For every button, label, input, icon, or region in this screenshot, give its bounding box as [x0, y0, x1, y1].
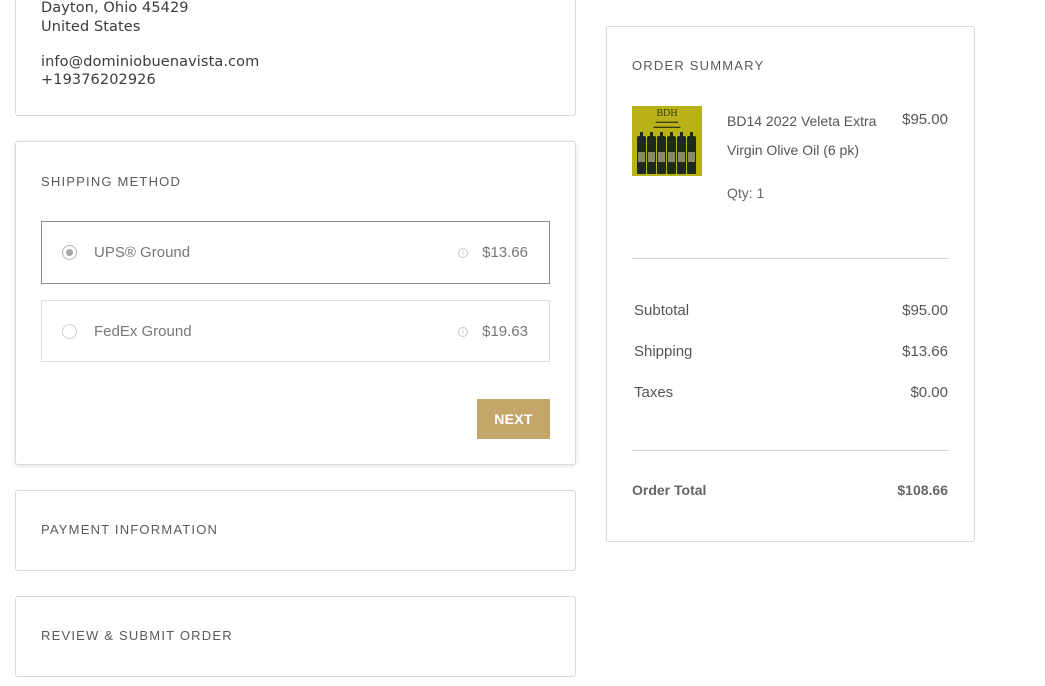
- order-total-label: Order Total: [632, 482, 707, 498]
- taxes-label: Taxes: [634, 384, 674, 401]
- review-submit-card[interactable]: REVIEW & SUBMIT ORDER: [15, 596, 576, 677]
- bottle-image: [647, 132, 656, 174]
- bottle-image: [677, 132, 686, 174]
- taxes-value: $0.00: [910, 384, 948, 401]
- product-thumbnail: BDH ▬▬▬▬▬ ▬▬▬▬▬▬: [632, 106, 702, 176]
- fedex-radio[interactable]: [62, 324, 77, 339]
- bottle-image: [667, 132, 676, 174]
- fedex-label: FedEx Ground: [94, 323, 192, 340]
- divider: [632, 258, 949, 259]
- review-submit-title: REVIEW & SUBMIT ORDER: [41, 628, 233, 643]
- ups-radio[interactable]: [62, 245, 77, 260]
- shipping-method-title: SHIPPING METHOD: [41, 174, 182, 189]
- payment-information-title: PAYMENT INFORMATION: [41, 522, 219, 537]
- phone: +19376202926: [41, 72, 156, 88]
- next-button[interactable]: NEXT: [477, 399, 550, 439]
- shipping-label: Shipping: [634, 343, 693, 360]
- payment-information-card[interactable]: PAYMENT INFORMATION: [15, 490, 576, 571]
- divider: [632, 450, 949, 451]
- shipping-option-ups[interactable]: UPS® Ground i $13.66: [41, 221, 550, 284]
- bottle-image: [687, 132, 696, 174]
- subtotal-label: Subtotal: [634, 302, 690, 319]
- item-price: $95.00: [902, 111, 948, 128]
- thumbnail-brand: BDH: [656, 108, 678, 119]
- email: info@dominiobuenavista.com: [41, 54, 260, 70]
- fedex-price: $19.63: [482, 323, 528, 340]
- info-icon[interactable]: i: [458, 327, 468, 337]
- shipping-value: $13.66: [902, 343, 948, 360]
- country: United States: [41, 19, 141, 35]
- item-name: BD14 2022 Veleta Extra Virgin Olive Oil …: [727, 113, 877, 158]
- subtotal-value: $95.00: [902, 302, 948, 319]
- contact-info-card: Dayton, Ohio 45429 United States info@do…: [15, 0, 576, 116]
- info-icon[interactable]: i: [458, 248, 468, 258]
- thumbnail-label-art: ▬▬▬▬▬ ▬▬▬▬▬▬: [653, 119, 681, 129]
- ups-label: UPS® Ground: [94, 244, 191, 261]
- order-total-value: $108.66: [897, 482, 948, 498]
- address-line: Dayton, Ohio 45429: [41, 0, 189, 16]
- bottle-image: [657, 132, 666, 174]
- shipping-option-fedex[interactable]: FedEx Ground i $19.63: [41, 300, 550, 362]
- bottle-image: [637, 132, 646, 174]
- order-summary-title: ORDER SUMMARY: [632, 58, 765, 73]
- item-quantity: Qty: 1: [727, 185, 765, 201]
- order-summary-card: ORDER SUMMARY BDH ▬▬▬▬▬ ▬▬▬▬▬▬ BD14 2022 …: [606, 26, 975, 542]
- shipping-method-card: SHIPPING METHOD UPS® Ground i $13.66 Fed…: [15, 141, 576, 465]
- ups-price: $13.66: [482, 244, 528, 261]
